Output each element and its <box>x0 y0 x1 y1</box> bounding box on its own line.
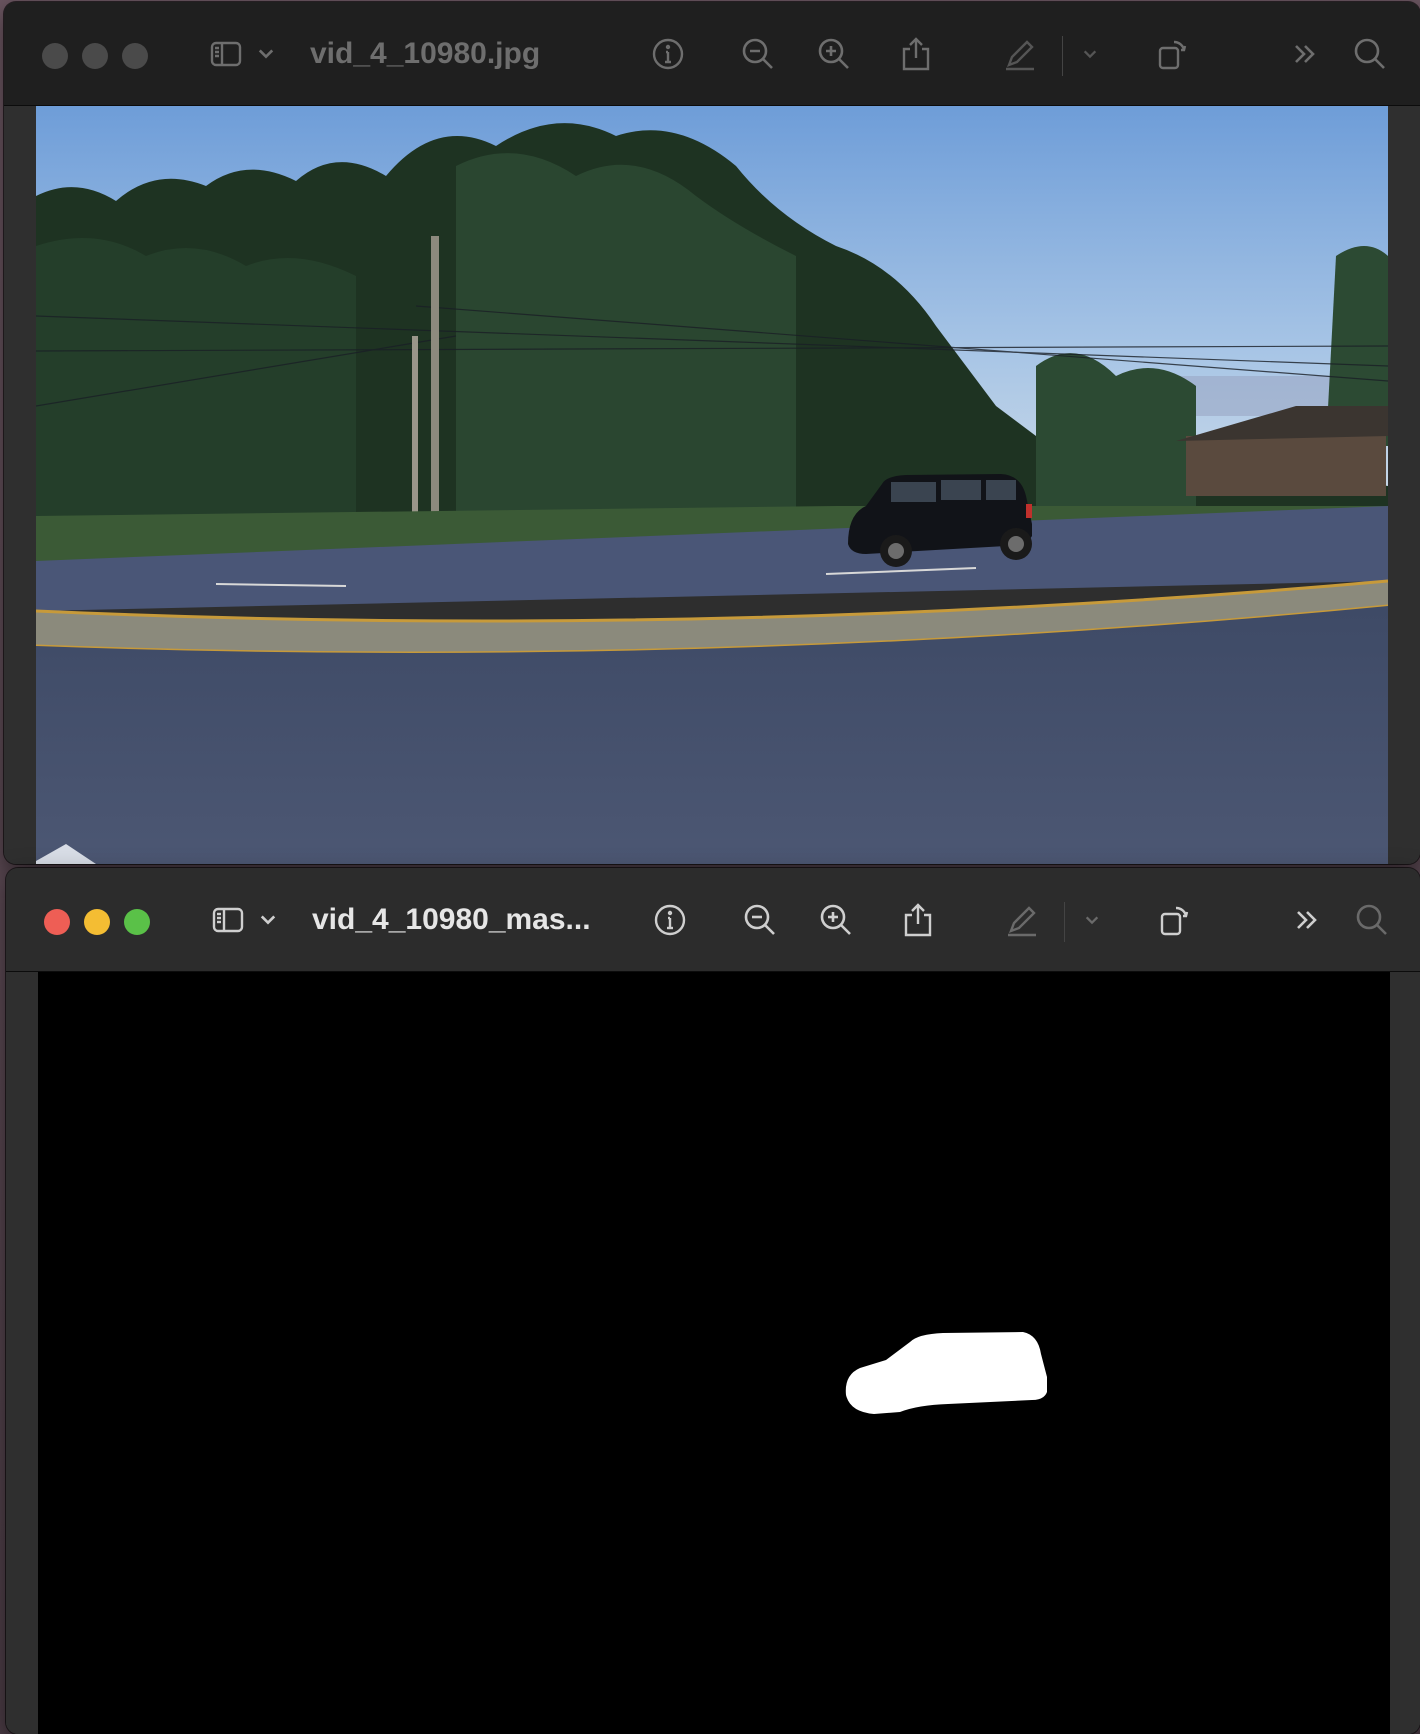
markup-pen-icon[interactable] <box>1000 898 1044 942</box>
close-button[interactable] <box>42 43 68 69</box>
toolbar-divider <box>1064 902 1065 942</box>
photo-window-titlebar[interactable]: vid_4_10980.jpg <box>4 2 1420 106</box>
zoom-in-icon[interactable] <box>812 32 856 76</box>
chevron-down-icon[interactable] <box>250 32 282 76</box>
search-icon[interactable] <box>1348 32 1392 76</box>
rotate-icon[interactable] <box>1152 898 1196 942</box>
toolbar-divider <box>1062 36 1063 76</box>
street-photo-image <box>36 106 1388 864</box>
share-icon[interactable] <box>896 898 940 942</box>
right-margin <box>1388 106 1420 864</box>
zoom-button[interactable] <box>122 43 148 69</box>
street-photo <box>36 106 1388 864</box>
zoom-out-icon[interactable] <box>736 32 780 76</box>
close-button[interactable] <box>44 909 70 935</box>
mask-preview-window: vid_4_10980_mas... <box>6 868 1420 1734</box>
chevron-down-icon[interactable] <box>252 898 284 942</box>
zoom-button[interactable] <box>124 909 150 935</box>
zoom-in-icon[interactable] <box>814 898 858 942</box>
photo-content-area <box>4 106 1420 864</box>
info-icon[interactable] <box>648 898 692 942</box>
share-icon[interactable] <box>894 32 938 76</box>
window-title: vid_4_10980.jpg <box>310 37 541 70</box>
markup-pen-icon[interactable] <box>998 32 1042 76</box>
info-icon[interactable] <box>646 32 690 76</box>
photo-preview-window: vid_4_10980.jpg <box>4 2 1420 864</box>
search-icon[interactable] <box>1350 898 1394 942</box>
more-chevrons-icon[interactable] <box>1284 32 1328 76</box>
segmentation-mask <box>38 972 1390 1734</box>
left-margin <box>6 972 38 1734</box>
mask-content-area <box>6 972 1420 1734</box>
minimize-button[interactable] <box>84 909 110 935</box>
window-title: vid_4_10980_mas... <box>312 903 591 936</box>
minimize-button[interactable] <box>82 43 108 69</box>
more-chevrons-icon[interactable] <box>1286 898 1330 942</box>
sidebar-toggle-icon[interactable] <box>206 898 250 942</box>
zoom-out-icon[interactable] <box>738 898 782 942</box>
markup-menu-chevron-icon[interactable] <box>1074 32 1106 76</box>
right-margin <box>1388 972 1420 1734</box>
sidebar-toggle-icon[interactable] <box>204 32 248 76</box>
mask-window-titlebar[interactable]: vid_4_10980_mas... <box>6 868 1420 972</box>
markup-menu-chevron-icon[interactable] <box>1076 898 1108 942</box>
left-margin <box>4 106 36 864</box>
rotate-icon[interactable] <box>1150 32 1194 76</box>
mask-image <box>38 972 1390 1734</box>
